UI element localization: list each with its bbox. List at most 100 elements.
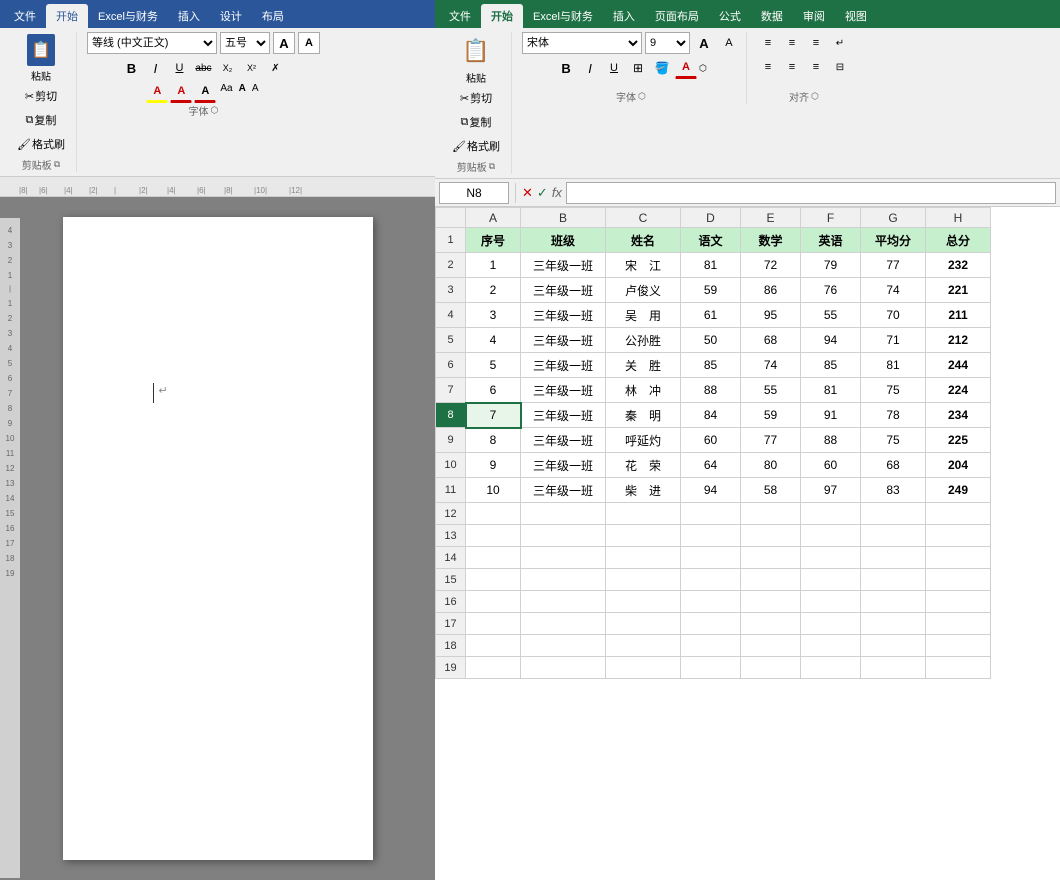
word-clear-format-button[interactable]: ✗ <box>264 57 286 79</box>
cell-D6[interactable]: 85 <box>681 353 741 378</box>
word-superscript-button[interactable]: X² <box>240 57 262 79</box>
cell-D1[interactable]: 语文 <box>681 228 741 253</box>
cell-D3[interactable]: 59 <box>681 278 741 303</box>
cell-A4[interactable]: 3 <box>466 303 521 328</box>
cell-F4[interactable]: 55 <box>801 303 861 328</box>
cell-G4[interactable]: 70 <box>861 303 926 328</box>
excel-align-right-button[interactable]: ≡ <box>805 56 827 78</box>
excel-font-name-select[interactable]: 宋体 <box>522 32 642 54</box>
cell-B2[interactable]: 三年级一班 <box>521 253 606 278</box>
cell-A8[interactable]: 7 <box>466 403 521 428</box>
cell-F3[interactable]: 76 <box>801 278 861 303</box>
cell-H4[interactable]: 211 <box>926 303 991 328</box>
cell-F9[interactable]: 88 <box>801 428 861 453</box>
cell-E10[interactable]: 80 <box>741 453 801 478</box>
word-paste-button[interactable]: 📋 粘贴 <box>21 32 61 85</box>
col-header-E[interactable]: E <box>741 208 801 228</box>
word-copy-button[interactable]: ⧉ 复制 <box>21 109 62 131</box>
word-strikethrough-button[interactable]: abc <box>192 57 214 79</box>
cell-B5[interactable]: 三年级一班 <box>521 328 606 353</box>
excel-tab-home[interactable]: 开始 <box>481 4 523 28</box>
excel-clipboard-expand-icon[interactable]: ⧉ <box>489 161 495 172</box>
cell-C7[interactable]: 林 冲 <box>606 378 681 403</box>
cell-A7[interactable]: 6 <box>466 378 521 403</box>
cell-D8[interactable]: 84 <box>681 403 741 428</box>
cell-A9[interactable]: 8 <box>466 428 521 453</box>
cell-B4[interactable]: 三年级一班 <box>521 303 606 328</box>
cell-A5[interactable]: 4 <box>466 328 521 353</box>
word-tab-layout[interactable]: 布局 <box>252 4 294 28</box>
cell-F7[interactable]: 81 <box>801 378 861 403</box>
cell-D9[interactable]: 60 <box>681 428 741 453</box>
col-header-B[interactable]: B <box>521 208 606 228</box>
cell-B6[interactable]: 三年级一班 <box>521 353 606 378</box>
cell-E8[interactable]: 59 <box>741 403 801 428</box>
excel-tab-pagelayout[interactable]: 页面布局 <box>645 4 709 28</box>
cell-D11[interactable]: 94 <box>681 478 741 503</box>
cell-D5[interactable]: 50 <box>681 328 741 353</box>
cell-A2[interactable]: 1 <box>466 253 521 278</box>
excel-font-size-select[interactable]: 9 <box>645 32 690 54</box>
word-tab-insert[interactable]: 插入 <box>168 4 210 28</box>
excel-format-painter-button[interactable]: 🖌 格式刷 <box>447 135 505 157</box>
col-header-F[interactable]: F <box>801 208 861 228</box>
cell-C11[interactable]: 柴 进 <box>606 478 681 503</box>
col-header-A[interactable]: A <box>466 208 521 228</box>
cell-C9[interactable]: 呼延灼 <box>606 428 681 453</box>
cell-B7[interactable]: 三年级一班 <box>521 378 606 403</box>
word-underline-button[interactable]: U <box>168 57 190 79</box>
cell-G9[interactable]: 75 <box>861 428 926 453</box>
excel-tab-insert[interactable]: 插入 <box>603 4 645 28</box>
word-text-color-button[interactable]: A <box>170 81 192 103</box>
word-cut-button[interactable]: ✂ 剪切 <box>20 85 62 107</box>
cell-G2[interactable]: 77 <box>861 253 926 278</box>
cell-F1[interactable]: 英语 <box>801 228 861 253</box>
excel-align-middle-button[interactable]: ≡ <box>781 32 803 54</box>
spreadsheet-container[interactable]: A B C D E F G H 1 序号 班级 姓名 语文 <box>435 207 1060 880</box>
cell-B3[interactable]: 三年级一班 <box>521 278 606 303</box>
cell-B11[interactable]: 三年级一班 <box>521 478 606 503</box>
cell-E6[interactable]: 74 <box>741 353 801 378</box>
word-font-shrink-button[interactable]: A <box>298 32 320 54</box>
cell-E4[interactable]: 95 <box>741 303 801 328</box>
excel-cut-button[interactable]: ✂ 剪切 <box>455 87 497 109</box>
excel-text-color-button[interactable]: A <box>675 57 697 79</box>
excel-bold-button[interactable]: B <box>555 57 577 79</box>
cell-A11[interactable]: 10 <box>466 478 521 503</box>
word-tab-home[interactable]: 开始 <box>46 4 88 28</box>
word-tab-design[interactable]: 设计 <box>210 4 252 28</box>
word-font-name-select[interactable]: 等线 (中文正文) <box>87 32 217 54</box>
excel-italic-button[interactable]: I <box>579 57 601 79</box>
word-font-expand-icon[interactable]: ⬡ <box>211 105 219 116</box>
word-highlight-button[interactable]: A <box>146 81 168 103</box>
cell-H5[interactable]: 212 <box>926 328 991 353</box>
cell-C10[interactable]: 花 荣 <box>606 453 681 478</box>
excel-tab-excelfin[interactable]: Excel与财务 <box>523 4 603 28</box>
excel-underline-button[interactable]: U <box>603 57 625 79</box>
cell-G7[interactable]: 75 <box>861 378 926 403</box>
cell-G5[interactable]: 71 <box>861 328 926 353</box>
word-font-size-select[interactable]: 五号 <box>220 32 270 54</box>
cell-A1[interactable]: 序号 <box>466 228 521 253</box>
cell-D4[interactable]: 61 <box>681 303 741 328</box>
formula-function-icon[interactable]: fx <box>552 185 562 200</box>
cell-F6[interactable]: 85 <box>801 353 861 378</box>
excel-copy-button[interactable]: ⧉ 复制 <box>456 111 497 133</box>
word-format-painter-button[interactable]: 🖌 格式刷 <box>12 133 70 155</box>
col-header-D[interactable]: D <box>681 208 741 228</box>
cell-G3[interactable]: 74 <box>861 278 926 303</box>
excel-align-center-button[interactable]: ≡ <box>781 56 803 78</box>
cell-H6[interactable]: 244 <box>926 353 991 378</box>
excel-paste-button[interactable]: 📋 粘贴 <box>455 32 497 87</box>
cell-C4[interactable]: 吴 用 <box>606 303 681 328</box>
cell-H8[interactable]: 234 <box>926 403 991 428</box>
excel-tab-review[interactable]: 审阅 <box>793 4 835 28</box>
cell-B8[interactable]: 三年级一班 <box>521 403 606 428</box>
cell-H2[interactable]: 232 <box>926 253 991 278</box>
word-page[interactable]: ↵ <box>63 217 373 860</box>
excel-align-expand-icon[interactable]: ⬡ <box>811 91 819 102</box>
word-bold-button[interactable]: B <box>120 57 142 79</box>
cell-A3[interactable]: 2 <box>466 278 521 303</box>
excel-tab-data[interactable]: 数据 <box>751 4 793 28</box>
col-header-H[interactable]: H <box>926 208 991 228</box>
